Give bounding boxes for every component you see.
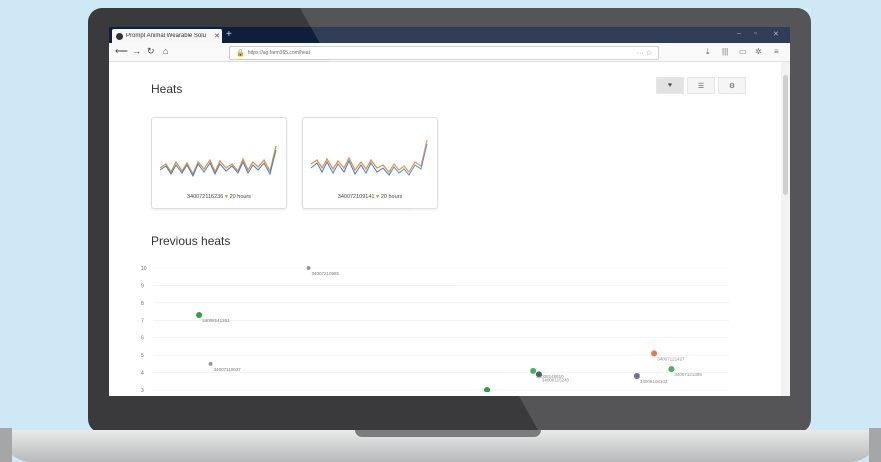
- heat-point-label: 34007210965: [312, 271, 340, 276]
- activity-sparkline: [310, 139, 428, 176]
- heat-card[interactable]: 340072116236 ♥ 20 hours: [151, 117, 287, 209]
- list-icon: ☰: [697, 82, 705, 90]
- heat-point[interactable]: [484, 387, 491, 392]
- heat-point-label: 34007121427: [657, 356, 685, 361]
- download-icon[interactable]: ⤓: [706, 47, 710, 57]
- tab-bar: Prompt Animal Wearable Solu ✕ + – ▫ ✕: [109, 27, 790, 43]
- extension-icon[interactable]: ✲: [755, 47, 762, 56]
- list-view-button[interactable]: ☰: [687, 77, 715, 94]
- heart-view-button[interactable]: ♥: [656, 77, 684, 94]
- forward-icon[interactable]: →: [132, 46, 141, 56]
- nav-bar: ⟵ → ↻ ⌂ 🔒 https://ag.farm365.com/heat ··…: [109, 43, 790, 62]
- reload-icon[interactable]: ↻: [147, 46, 155, 57]
- settings-button[interactable]: ⚙: [718, 77, 746, 94]
- y-tick-label: 8: [141, 301, 144, 307]
- scroll-thumb[interactable]: [783, 75, 788, 195]
- heat-point-label: 34007110637: [214, 367, 242, 372]
- view-toggle: ♥ ☰ ⚙: [656, 77, 749, 94]
- heart-icon: ♥: [376, 194, 380, 200]
- y-tick-label: 4: [141, 371, 144, 377]
- close-window-button[interactable]: ✕: [773, 30, 779, 38]
- gear-icon: ⚙: [728, 82, 736, 90]
- heat-card-caption: 340072116236 ♥ 20 hours: [152, 194, 286, 200]
- close-tab-icon[interactable]: ✕: [214, 32, 222, 40]
- home-icon[interactable]: ⌂: [163, 46, 168, 56]
- sidebar-icon[interactable]: ▭: [739, 47, 747, 56]
- minimize-button[interactable]: –: [737, 30, 741, 37]
- y-tick-label: 5: [141, 353, 144, 359]
- laptop-notch: [355, 430, 541, 437]
- heat-card-id: 340072109141: [337, 194, 375, 200]
- heat-card-hours: 20 hours: [229, 194, 252, 200]
- heart-icon: ♥: [224, 194, 229, 200]
- heat-point[interactable]: [306, 266, 311, 270]
- heat-card[interactable]: 340072109141 ♥ 20 hours: [302, 117, 438, 209]
- browser-tab[interactable]: Prompt Animal Wearable Solu ✕: [112, 29, 222, 43]
- lock-icon: 🔒: [236, 50, 245, 57]
- y-tick-label: 9: [141, 283, 144, 289]
- previous-heats-chart: 10 9 8 7 6 5 4 3 34007210965 34008141261 340071106…: [141, 266, 729, 392]
- url-bar[interactable]: 🔒 https://ag.farm365.com/heat ··· ☆: [229, 46, 659, 60]
- previous-heats-title: Previous heats: [151, 234, 231, 248]
- laptop-base-edge-left: [0, 428, 12, 462]
- favicon-icon: [116, 32, 123, 40]
- y-tick-label: 7: [141, 318, 144, 324]
- heat-card-caption: 340072109141 ♥ 20 hours: [303, 194, 437, 200]
- tab-title: Prompt Animal Wearable Solu: [126, 33, 206, 39]
- url-text[interactable]: https://ag.farm365.com/heat: [248, 50, 637, 56]
- heat-point-label: 34007121395: [674, 372, 702, 377]
- heat-point[interactable]: [208, 361, 213, 366]
- browser-window: Prompt Animal Wearable Solu ✕ + – ▫ ✕ ⟵ …: [109, 27, 790, 396]
- y-tick-label: 6: [141, 336, 144, 342]
- library-icon[interactable]: |||: [722, 47, 728, 56]
- heart-icon: ♥: [667, 82, 673, 89]
- laptop-base-edge-right: [869, 428, 881, 462]
- y-tick-label: 10: [141, 266, 147, 272]
- page-actions-icon[interactable]: ··· ☆: [637, 49, 652, 57]
- maximize-button[interactable]: ▫: [754, 30, 756, 37]
- menu-icon[interactable]: ≡: [774, 47, 779, 56]
- heat-point-label: 34008141261: [202, 318, 230, 323]
- y-tick-label: 3: [141, 388, 144, 392]
- heat-card-id: 340072116236: [186, 194, 224, 200]
- heat-point-label: 34008115240: [542, 377, 570, 382]
- back-icon[interactable]: ⟵: [115, 46, 128, 57]
- heat-card-hours: 20 hours: [380, 194, 403, 200]
- heat-point-label: 34008108102: [640, 379, 668, 384]
- new-tab-button[interactable]: +: [226, 29, 232, 40]
- activity-sparkline: [159, 145, 277, 178]
- heats-title: Heats: [151, 82, 183, 96]
- page-content: Heats ♥ ☰ ⚙ 340072116236 ♥ 20 hours 3 400…: [109, 62, 790, 396]
